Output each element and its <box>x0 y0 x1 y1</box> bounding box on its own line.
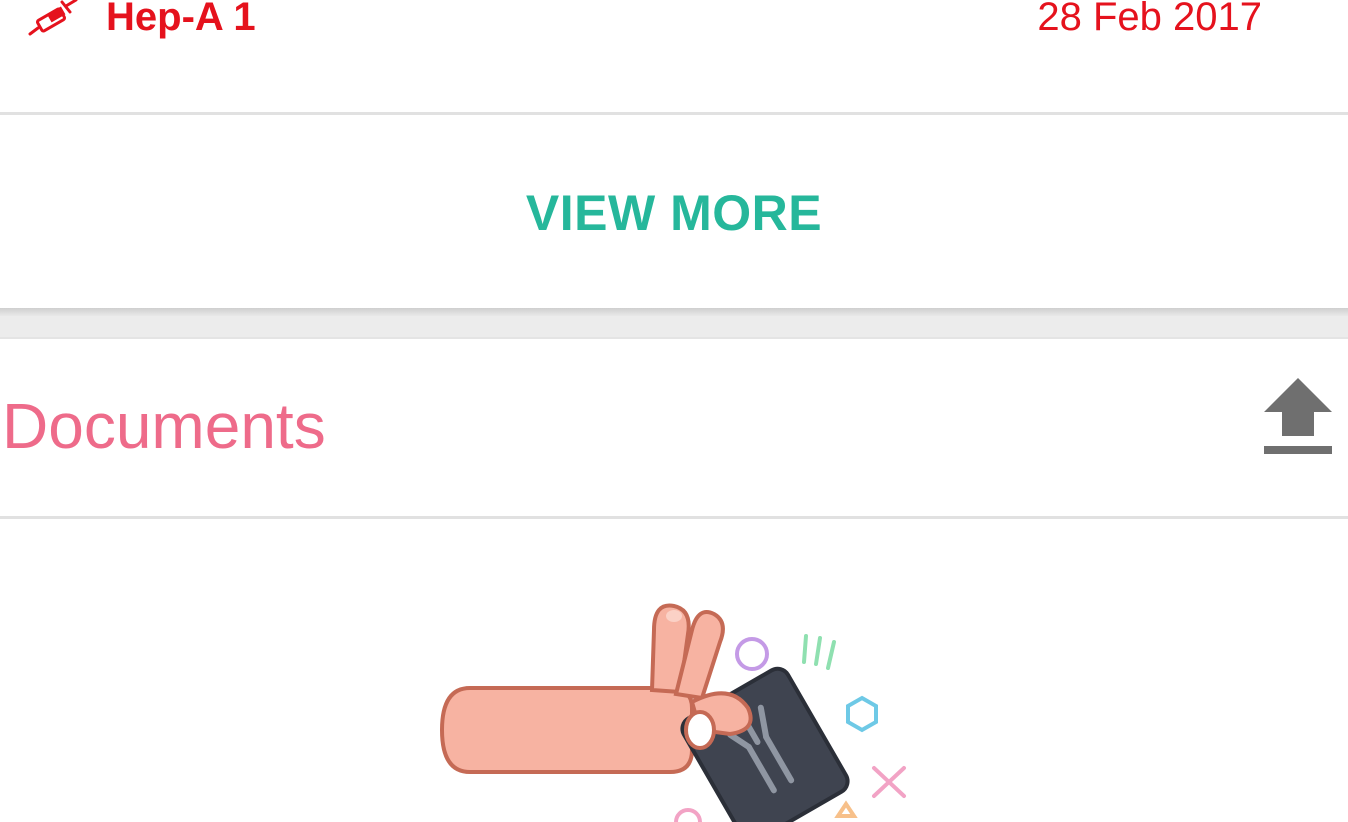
vaccine-date: 28 Feb 2017 <box>1037 0 1262 39</box>
view-more-label: VIEW MORE <box>525 185 823 241</box>
upload-icon[interactable] <box>1260 372 1336 462</box>
hand-holding-xray-illustration <box>439 603 906 822</box>
documents-title: Documents <box>2 390 326 462</box>
view-more-button[interactable]: VIEW MORE <box>0 115 1348 311</box>
vaccination-row[interactable]: Hep-A 1 28 Feb 2017 <box>0 0 1348 113</box>
documents-header: Documents <box>0 339 1348 517</box>
divider <box>0 516 1348 519</box>
section-gap <box>0 316 1348 338</box>
card-shadow <box>0 308 1348 316</box>
vaccine-name: Hep-A 1 <box>106 0 256 39</box>
syringe-icon <box>28 0 78 36</box>
